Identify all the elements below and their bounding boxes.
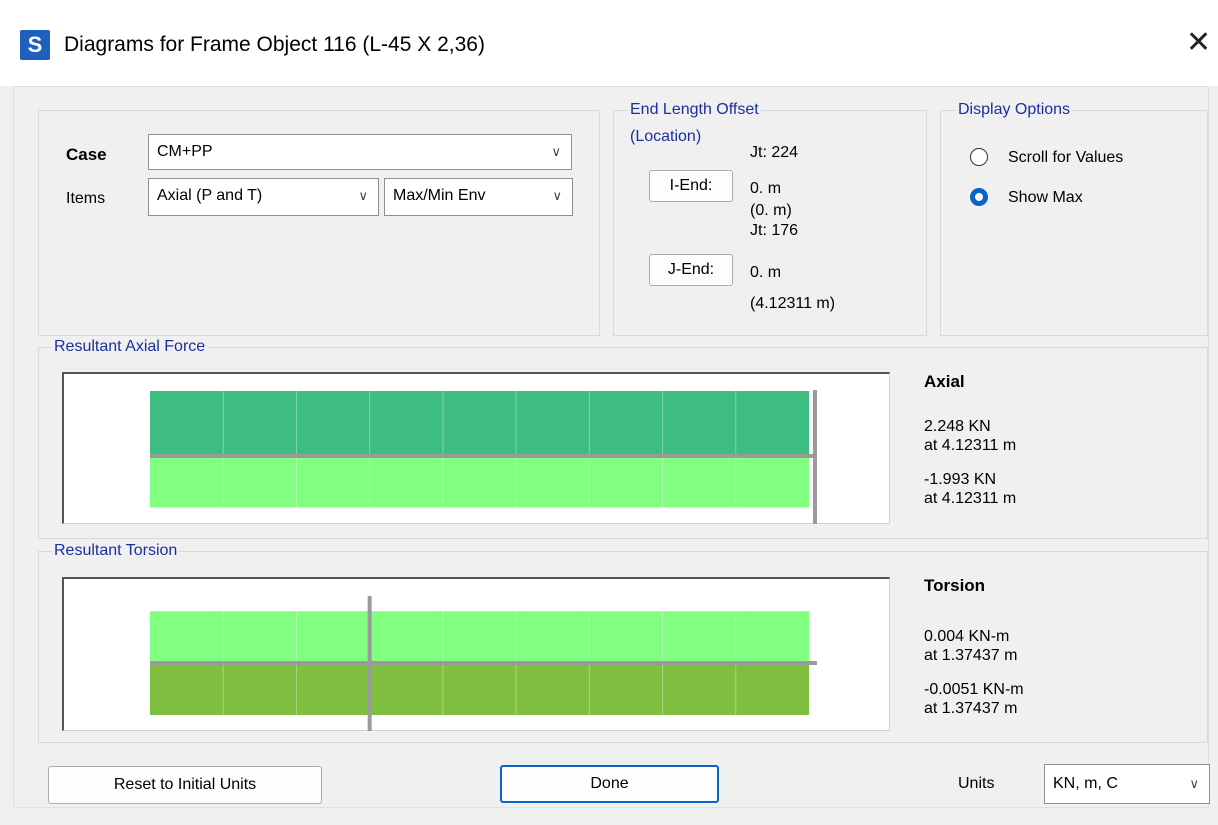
torsion-min-location: at 1.37437 m <box>924 700 1018 717</box>
torsion-group-title: Resultant Torsion <box>52 542 180 560</box>
positive-region <box>150 391 809 456</box>
torsion-max-value: 0.004 KN-m <box>924 628 1010 645</box>
i-end-offset: 0. m <box>750 180 782 197</box>
axial-diagram-svg <box>150 390 817 524</box>
show-max-label[interactable]: Show Max <box>1008 189 1083 207</box>
negative-region <box>150 663 809 715</box>
case-select[interactable]: CM+PP ∨ <box>148 134 572 170</box>
scroll-for-values-radio[interactable] <box>970 148 988 166</box>
title-bar: S Diagrams for Frame Object 116 (L-45 X … <box>0 0 1218 86</box>
j-end-joint: Jt: 176 <box>750 222 799 239</box>
chevron-down-icon: ∨ <box>551 144 561 159</box>
torsion-min-value: -0.0051 KN-m <box>924 681 1024 698</box>
axial-group-title: Resultant Axial Force <box>52 338 208 356</box>
units-label: Units <box>958 775 995 792</box>
axial-heading: Axial <box>924 372 965 391</box>
chevron-down-icon: ∨ <box>1189 776 1199 791</box>
axial-diagram[interactable] <box>62 372 890 524</box>
chevron-down-icon: ∨ <box>552 188 562 203</box>
axial-max-value: 2.248 KN <box>924 418 991 435</box>
display-options-title: Display Options <box>956 101 1073 119</box>
close-icon[interactable]: ✕ <box>1186 26 1211 60</box>
torsion-heading: Torsion <box>924 576 986 595</box>
torsion-max-location: at 1.37437 m <box>924 647 1018 664</box>
window-title: Diagrams for Frame Object 116 (L-45 X 2,… <box>64 33 485 56</box>
units-select[interactable]: KN, m, C ∨ <box>1044 764 1210 804</box>
torsion-diagram[interactable] <box>62 577 890 731</box>
torsion-diagram-svg <box>150 596 817 731</box>
show-max-radio[interactable] <box>970 188 988 206</box>
axial-max-location: at 4.12311 m <box>924 437 1017 454</box>
reset-units-button[interactable]: Reset to Initial Units <box>48 766 322 804</box>
app-icon: S <box>20 30 50 60</box>
end-length-offset-subtitle: (Location) <box>628 128 704 146</box>
scroll-for-values-label[interactable]: Scroll for Values <box>1008 149 1123 167</box>
env-select[interactable]: Max/Min Env ∨ <box>384 178 573 216</box>
items-select-value: Axial (P and T) <box>157 187 263 204</box>
end-length-offset-title: End Length Offset <box>628 101 761 119</box>
chevron-down-icon: ∨ <box>358 188 368 203</box>
positive-region <box>150 611 809 663</box>
display-options-group <box>940 110 1208 336</box>
env-select-value: Max/Min Env <box>393 187 486 204</box>
i-end-button[interactable]: I-End: <box>649 170 733 202</box>
j-end-location: (4.12311 m) <box>750 295 836 312</box>
axial-min-location: at 4.12311 m <box>924 490 1017 507</box>
units-select-value: KN, m, C <box>1053 775 1118 792</box>
done-button[interactable]: Done <box>500 765 719 803</box>
j-end-button[interactable]: J-End: <box>649 254 733 286</box>
items-select[interactable]: Axial (P and T) ∨ <box>148 178 379 216</box>
i-end-joint: Jt: 224 <box>750 144 799 161</box>
case-select-value: CM+PP <box>157 143 213 160</box>
case-label: Case <box>66 145 107 164</box>
axial-min-value: -1.993 KN <box>924 471 997 488</box>
i-end-location: (0. m) <box>750 202 792 219</box>
negative-region <box>150 456 809 508</box>
j-end-offset: 0. m <box>750 264 782 281</box>
items-label: Items <box>66 190 106 207</box>
